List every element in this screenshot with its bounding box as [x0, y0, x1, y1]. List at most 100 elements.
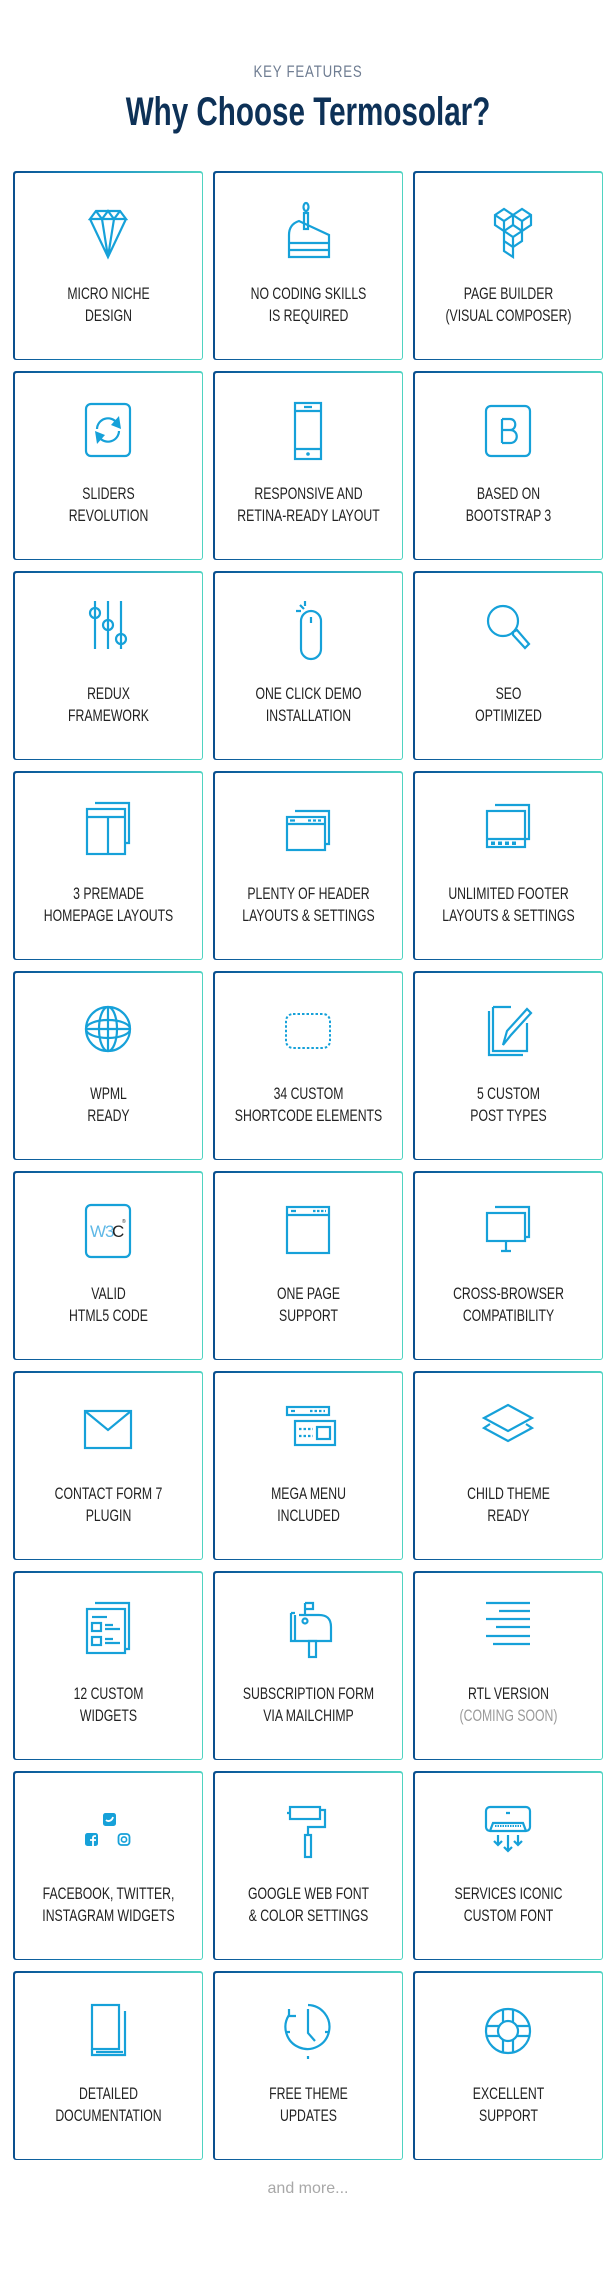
feature-label-line2: REVOLUTION: [68, 505, 148, 525]
feature-label-line1: SUBSCRIPTION FORM: [242, 1683, 374, 1703]
feature-card-body: SUBSCRIPTION FORM VIA MAILCHIMP: [214, 1572, 402, 1759]
feature-label-line2: FRAMEWORK: [67, 705, 149, 725]
feature-card: 34 CUSTOM SHORTCODE ELEMENTS: [213, 971, 403, 1160]
edit-post-icon: [473, 999, 543, 1065]
feature-card-body: BASED ON BOOTSTRAP 3: [414, 372, 602, 559]
footer-window-icon: [473, 799, 543, 865]
feature-card: WPML READY: [13, 971, 203, 1160]
feature-label: BASED ON BOOTSTRAP 3: [426, 483, 589, 527]
feature-card-body: RESPONSIVE AND RETINA-READY LAYOUT: [214, 372, 402, 559]
feature-card-body: SERVICES ICONIC CUSTOM FONT: [414, 1772, 602, 1959]
feature-label-line2: READY: [86, 1105, 130, 1125]
feature-card-body: RTL VERSION (COMING SOON): [414, 1572, 602, 1759]
feature-label: VALID HTML5 CODE: [26, 1283, 189, 1327]
feature-card: 5 CUSTOM POST TYPES: [413, 971, 603, 1160]
feature-card: ONE CLICK DEMO INSTALLATION: [213, 571, 403, 760]
cubes-icon: [473, 199, 543, 265]
feature-label-line2: RETINA-READY LAYOUT: [236, 505, 380, 525]
smartphone-icon: [273, 399, 343, 465]
feature-label-line1: 3 PREMADE: [72, 883, 144, 903]
refresh-icon: [73, 399, 143, 465]
feature-label-note: (COMING SOON): [459, 1705, 557, 1725]
feature-label-line2: INSTAGRAM WIDGETS: [41, 1905, 175, 1925]
feature-label-line2: HTML5 CODE: [68, 1305, 148, 1325]
feature-card-body: MICRO NICHE DESIGN: [14, 172, 202, 359]
feature-label-line1: SERVICES ICONIC: [454, 1883, 562, 1903]
align-right-icon: [473, 1599, 543, 1665]
feature-label-line2: & COLOR SETTINGS: [248, 1905, 368, 1925]
feature-label: MEGA MENU INCLUDED: [226, 1483, 389, 1527]
feature-card-body: EXCELLENT SUPPORT: [414, 1972, 602, 2159]
feature-card-body: NO CODING SKILLS IS REQUIRED: [214, 172, 402, 359]
feature-card: SERVICES ICONIC CUSTOM FONT: [413, 1771, 603, 1960]
feature-card: CHILD THEME READY: [413, 1371, 603, 1560]
feature-card-body: 3 PREMADE HOMEPAGE LAYOUTS: [14, 772, 202, 959]
feature-label-line1: CROSS-BROWSER: [452, 1283, 564, 1303]
mega-menu-icon: [273, 1399, 343, 1465]
feature-card-body: CHILD THEME READY: [414, 1372, 602, 1559]
feature-label: WPML READY: [26, 1083, 189, 1127]
feature-label-line1: SLIDERS: [81, 483, 135, 503]
feature-card: MEGA MENU INCLUDED: [213, 1371, 403, 1560]
feature-label-line1: ONE PAGE: [276, 1283, 340, 1303]
feature-label: MICRO NICHE DESIGN: [26, 283, 189, 327]
feature-card-body: W3 C ® VALID HTML5 CODE: [14, 1172, 202, 1359]
feature-card: SEO OPTIMIZED: [413, 571, 603, 760]
feature-label: FACEBOOK, TWITTER, INSTAGRAM WIDGETS: [26, 1883, 189, 1927]
dashed-box-icon: [273, 999, 343, 1065]
feature-card-body: REDUX FRAMEWORK: [14, 572, 202, 759]
feature-card-body: 12 CUSTOM WIDGETS: [14, 1572, 202, 1759]
feature-card-body: UNLIMITED FOOTER LAYOUTS & SETTINGS: [414, 772, 602, 959]
feature-label: RESPONSIVE AND RETINA-READY LAYOUT: [226, 483, 389, 527]
feature-card: CROSS-BROWSER COMPATIBILITY: [413, 1171, 603, 1360]
feature-label-line1: MICRO NICHE: [66, 283, 150, 303]
feature-label: SUBSCRIPTION FORM VIA MAILCHIMP: [226, 1683, 389, 1727]
feature-card-body: ONE CLICK DEMO INSTALLATION: [214, 572, 402, 759]
feature-label-line1: FREE THEME: [268, 2083, 348, 2103]
feature-card-body: PAGE BUILDER (VISUAL COMPOSER): [414, 172, 602, 359]
feature-label-line2: SUPPORT: [278, 1305, 338, 1325]
feature-card-body: SLIDERS REVOLUTION: [14, 372, 202, 559]
feature-label-line2: HOMEPAGE LAYOUTS: [43, 905, 173, 925]
w3c-icon: W3 C ®: [73, 1199, 143, 1265]
feature-card: RESPONSIVE AND RETINA-READY LAYOUT: [213, 371, 403, 560]
feature-card: PLENTY OF HEADER LAYOUTS & SETTINGS: [213, 771, 403, 960]
feature-label-line1: REDUX: [86, 683, 130, 703]
feature-label-line1: DETAILED: [78, 2083, 138, 2103]
feature-label-line2: IS REQUIRED: [268, 305, 348, 325]
feature-card: GOOGLE WEB FONT & COLOR SETTINGS: [213, 1771, 403, 1960]
clock-update-icon: [273, 1999, 343, 2065]
feature-label-line2: VIA MAILCHIMP: [262, 1705, 354, 1725]
feature-label-line2: PLUGIN: [85, 1505, 131, 1525]
feature-label-line2: POST TYPES: [469, 1105, 547, 1125]
feature-card: SLIDERS REVOLUTION: [13, 371, 203, 560]
envelope-icon: [73, 1399, 143, 1465]
feature-card: CONTACT FORM 7 PLUGIN: [13, 1371, 203, 1560]
feature-card: PAGE BUILDER (VISUAL COMPOSER): [413, 171, 603, 360]
feature-label: PAGE BUILDER (VISUAL COMPOSER): [426, 283, 589, 327]
feature-card-body: CROSS-BROWSER COMPATIBILITY: [414, 1172, 602, 1359]
feature-card-body: GOOGLE WEB FONT & COLOR SETTINGS: [214, 1772, 402, 1959]
feature-label: 12 CUSTOM WIDGETS: [26, 1683, 189, 1727]
feature-card-body: 34 CUSTOM SHORTCODE ELEMENTS: [214, 972, 402, 1159]
feature-card: W3 C ® VALID HTML5 CODE: [13, 1171, 203, 1360]
feature-card: 12 CUSTOM WIDGETS: [13, 1571, 203, 1760]
feature-card: RTL VERSION (COMING SOON): [413, 1571, 603, 1760]
feature-label-line2: DESIGN: [84, 305, 132, 325]
feature-card-body: DETAILED DOCUMENTATION: [14, 1972, 202, 2159]
feature-label-line1: WPML: [89, 1083, 127, 1103]
feature-label: CHILD THEME READY: [426, 1483, 589, 1527]
feature-card-body: MEGA MENU INCLUDED: [214, 1372, 402, 1559]
book-icon: [73, 1999, 143, 2065]
section-kicker: KEY FEATURES: [253, 62, 363, 81]
monitors-icon: [473, 1199, 543, 1265]
feature-card: FREE THEME UPDATES: [213, 1971, 403, 2160]
sliders-icon: [73, 599, 143, 665]
feature-label-line2: (VISUAL COMPOSER): [444, 305, 572, 325]
feature-label-line2: CUSTOM FONT: [463, 1905, 553, 1925]
social-icons: [73, 1799, 143, 1865]
feature-card: EXCELLENT SUPPORT: [413, 1971, 603, 2160]
browser-window-icon: [273, 1199, 343, 1265]
layouts-icon: [73, 799, 143, 865]
feature-label-line2: LAYOUTS & SETTINGS: [241, 905, 375, 925]
